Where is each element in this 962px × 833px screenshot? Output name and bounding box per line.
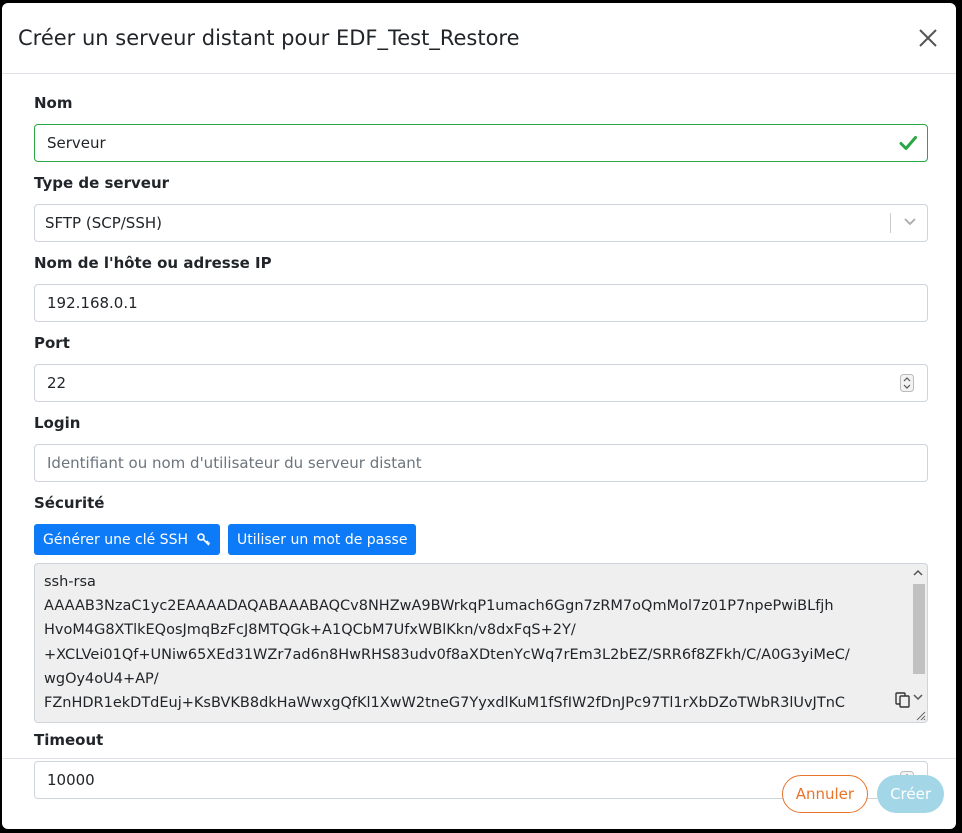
create-button[interactable]: Créer	[877, 775, 944, 813]
close-button[interactable]	[910, 20, 946, 56]
port-label: Port	[34, 334, 70, 352]
server-type-label: Type de serveur	[34, 174, 170, 192]
key-icon	[197, 532, 211, 546]
select-separator	[890, 213, 891, 233]
generate-ssh-key-label: Générer une clé SSH	[43, 531, 188, 548]
dialog-title: Créer un serveur distant pour EDF_Test_R…	[18, 26, 520, 50]
dialog-header: Créer un serveur distant pour EDF_Test_R…	[2, 3, 956, 74]
name-value: Serveur	[47, 134, 106, 152]
server-type-value: SFTP (SCP/SSH)	[45, 214, 162, 232]
cancel-button[interactable]: Annuler	[781, 775, 869, 813]
host-value: 192.168.0.1	[47, 294, 138, 312]
port-value: 22	[47, 374, 67, 392]
host-label: Nom de l'hôte ou adresse IP	[34, 254, 272, 272]
scroll-up-arrow-icon[interactable]	[912, 568, 924, 578]
number-spinner-icon[interactable]	[900, 374, 914, 392]
ssh-key-textarea[interactable]: ssh-rsa AAAAB3NzaC1yc2EAAAADAQABAAABAQCv…	[34, 563, 928, 723]
name-input[interactable]: Serveur	[34, 124, 928, 162]
timeout-label: Timeout	[34, 731, 104, 749]
dialog-body: Nom Serveur Type de serveur SFTP (SCP/SS…	[2, 74, 956, 799]
login-input[interactable]: Identifiant ou nom d'utilisateur du serv…	[34, 444, 928, 482]
close-icon	[919, 29, 937, 47]
security-buttons: Générer une clé SSH Utiliser un mot de p…	[34, 524, 928, 555]
chevron-down-icon[interactable]	[904, 217, 916, 227]
check-icon	[899, 136, 917, 150]
generate-ssh-key-button[interactable]: Générer une clé SSH	[34, 524, 220, 555]
ssh-key-text: ssh-rsa AAAAB3NzaC1yc2EAAAADAQABAAABAQCv…	[44, 574, 850, 712]
scroll-down-arrow-icon[interactable]	[912, 692, 924, 702]
textarea-scrollbar[interactable]	[911, 566, 925, 720]
use-password-label: Utiliser un mot de passe	[236, 531, 408, 548]
dialog-footer: Annuler Créer	[2, 758, 956, 829]
create-remote-server-dialog: Créer un serveur distant pour EDF_Test_R…	[2, 3, 956, 829]
login-placeholder: Identifiant ou nom d'utilisateur du serv…	[47, 454, 422, 472]
port-input[interactable]: 22	[34, 364, 928, 402]
server-type-select[interactable]: SFTP (SCP/SSH)	[34, 204, 928, 242]
use-password-button[interactable]: Utiliser un mot de passe	[227, 524, 417, 555]
login-label: Login	[34, 414, 81, 432]
host-input[interactable]: 192.168.0.1	[34, 284, 928, 322]
copy-icon[interactable]	[895, 692, 911, 708]
name-label: Nom	[34, 94, 73, 112]
resize-grip-icon[interactable]	[914, 709, 926, 721]
scrollbar-thumb[interactable]	[913, 584, 925, 674]
security-label: Sécurité	[34, 494, 105, 512]
